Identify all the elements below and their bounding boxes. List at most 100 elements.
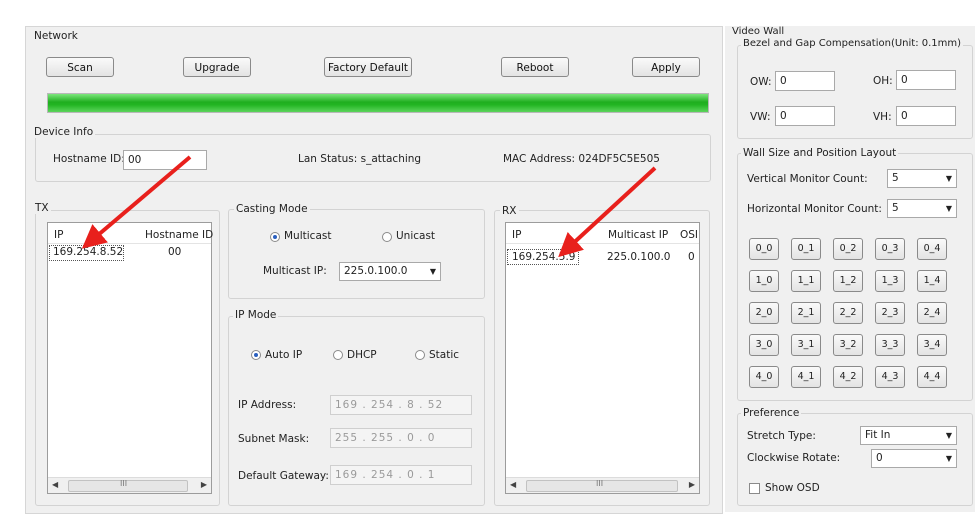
apply-button[interactable]: Apply: [632, 57, 700, 77]
oh-input[interactable]: 0: [896, 70, 956, 90]
subnet-mask-field[interactable]: 255 . 255 . 0 . 0: [330, 428, 472, 448]
rx-title: RX: [500, 205, 519, 217]
monitor-tile-0-1[interactable]: 0_1: [791, 238, 821, 260]
scroll-left-icon[interactable]: ◀: [510, 480, 516, 489]
lan-status: Lan Status: s_attaching: [298, 153, 422, 165]
multicast-radio[interactable]: [270, 232, 280, 242]
tx-row-ip[interactable]: 169.254.8.52: [53, 246, 123, 258]
bezel-title: Bezel and Gap Compensation(Unit: 0.1mm): [741, 38, 964, 49]
show-osd-label[interactable]: Show OSD: [765, 482, 820, 494]
vertical-count-select[interactable]: 5 ▼: [887, 169, 957, 188]
monitor-tile-2-1[interactable]: 2_1: [791, 302, 821, 324]
monitor-tile-3-0[interactable]: 3_0: [749, 334, 779, 356]
stretch-type-select[interactable]: Fit In ▼: [860, 426, 957, 445]
ow-label: OW:: [750, 76, 772, 88]
chevron-down-icon: ▼: [945, 174, 952, 183]
chevron-down-icon: ▼: [945, 204, 952, 213]
scroll-right-icon[interactable]: ▶: [201, 480, 207, 489]
rx-list[interactable]: IP Multicast IP OSI 169.254.5.9 225.0.10…: [505, 222, 700, 494]
rx-row-multicast-ip[interactable]: 225.0.100.0: [607, 251, 670, 263]
upgrade-button[interactable]: Upgrade: [183, 57, 251, 77]
monitor-tile-0-0[interactable]: 0_0: [749, 238, 779, 260]
monitor-tile-3-1[interactable]: 3_1: [791, 334, 821, 356]
default-gateway-field[interactable]: 169 . 254 . 0 . 1: [330, 465, 472, 485]
multicast-ip-select[interactable]: 225.0.100.0 ▼: [339, 262, 441, 281]
vw-input[interactable]: 0: [775, 106, 835, 126]
default-gateway-label: Default Gateway:: [238, 470, 329, 482]
reboot-button[interactable]: Reboot: [501, 57, 569, 77]
monitor-tile-0-3[interactable]: 0_3: [875, 238, 905, 260]
rx-horizontal-scrollbar[interactable]: ◀ III ▶: [506, 477, 699, 493]
show-osd-checkbox[interactable]: [749, 483, 760, 494]
tx-column-hostname[interactable]: Hostname ID: [145, 229, 213, 241]
monitor-tile-2-0[interactable]: 2_0: [749, 302, 779, 324]
hostname-label: Hostname ID:: [53, 153, 125, 165]
monitor-tile-4-3[interactable]: 4_3: [875, 366, 905, 388]
monitor-tile-4-0[interactable]: 4_0: [749, 366, 779, 388]
multicast-ip-label: Multicast IP:: [263, 265, 327, 277]
multicast-ip-value: 225.0.100.0: [344, 265, 408, 277]
scroll-left-icon[interactable]: ◀: [52, 480, 58, 489]
clockwise-rotate-value: 0: [876, 452, 883, 464]
rx-column-osd[interactable]: OSI: [680, 229, 698, 241]
auto-ip-radio[interactable]: [251, 350, 261, 360]
monitor-tile-4-4[interactable]: 4_4: [917, 366, 947, 388]
tx-horizontal-scrollbar[interactable]: ◀ III ▶: [48, 477, 211, 493]
horizontal-count-label: Horizontal Monitor Count:: [747, 203, 882, 215]
monitor-tile-3-2[interactable]: 3_2: [833, 334, 863, 356]
monitor-tile-3-4[interactable]: 3_4: [917, 334, 947, 356]
unicast-label[interactable]: Unicast: [396, 230, 435, 242]
scroll-right-icon[interactable]: ▶: [689, 480, 695, 489]
static-label[interactable]: Static: [429, 349, 459, 361]
monitor-tile-0-2[interactable]: 0_2: [833, 238, 863, 260]
ow-input[interactable]: 0: [775, 71, 835, 91]
rx-scroll-grip: III: [596, 479, 604, 488]
rx-row-osd[interactable]: 0: [688, 251, 695, 263]
dhcp-radio[interactable]: [333, 350, 343, 360]
monitor-tile-2-3[interactable]: 2_3: [875, 302, 905, 324]
monitor-tile-0-4[interactable]: 0_4: [917, 238, 947, 260]
monitor-tile-1-0[interactable]: 1_0: [749, 270, 779, 292]
auto-ip-label[interactable]: Auto IP: [265, 349, 302, 361]
tx-title: TX: [33, 202, 51, 214]
stretch-type-value: Fit In: [865, 429, 891, 441]
rx-row-ip[interactable]: 169.254.5.9: [512, 251, 575, 263]
tx-scroll-thumb[interactable]: [68, 480, 188, 492]
monitor-tile-1-3[interactable]: 1_3: [875, 270, 905, 292]
monitor-tile-1-2[interactable]: 1_2: [833, 270, 863, 292]
unicast-radio[interactable]: [382, 232, 392, 242]
device-info-title: Device Info: [32, 126, 96, 138]
multicast-label[interactable]: Multicast: [284, 230, 331, 242]
scan-button[interactable]: Scan: [46, 57, 114, 77]
monitor-tile-4-1[interactable]: 4_1: [791, 366, 821, 388]
tx-row-hostname[interactable]: 00: [168, 246, 181, 258]
tx-header-divider: [48, 243, 211, 244]
static-radio[interactable]: [415, 350, 425, 360]
vh-input[interactable]: 0: [896, 106, 956, 126]
monitor-tile-2-2[interactable]: 2_2: [833, 302, 863, 324]
ip-mode-title: IP Mode: [233, 309, 279, 321]
dhcp-label[interactable]: DHCP: [347, 349, 377, 361]
monitor-tile-1-1[interactable]: 1_1: [791, 270, 821, 292]
monitor-tile-3-3[interactable]: 3_3: [875, 334, 905, 356]
factory-default-button[interactable]: Factory Default: [324, 57, 412, 77]
progress-bar: [47, 93, 709, 113]
rx-column-multicast-ip[interactable]: Multicast IP: [608, 229, 668, 241]
progress-fill: [48, 94, 708, 112]
tx-list[interactable]: IP Hostname ID 169.254.8.52 00 ◀ III ▶: [47, 222, 213, 494]
tx-column-ip[interactable]: IP: [54, 229, 63, 241]
clockwise-rotate-select[interactable]: 0 ▼: [871, 449, 957, 468]
oh-label: OH:: [873, 75, 893, 87]
rx-column-ip[interactable]: IP: [512, 229, 521, 241]
hostname-input[interactable]: 00: [123, 150, 207, 170]
monitor-tile-4-2[interactable]: 4_2: [833, 366, 863, 388]
ip-address-field[interactable]: 169 . 254 . 8 . 52: [330, 395, 472, 415]
horizontal-count-value: 5: [892, 202, 899, 214]
monitor-tile-1-4[interactable]: 1_4: [917, 270, 947, 292]
chevron-down-icon: ▼: [429, 267, 436, 276]
rx-header-divider: [506, 243, 699, 244]
horizontal-count-select[interactable]: 5 ▼: [887, 199, 957, 218]
stretch-type-label: Stretch Type:: [747, 430, 816, 442]
vertical-count-label: Vertical Monitor Count:: [747, 173, 868, 185]
monitor-tile-2-4[interactable]: 2_4: [917, 302, 947, 324]
